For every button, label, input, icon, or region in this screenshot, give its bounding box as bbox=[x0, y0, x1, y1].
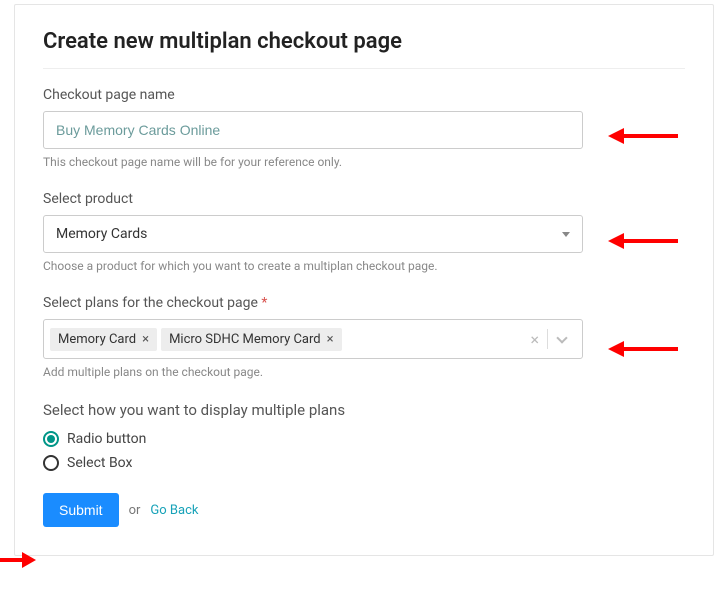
page-title: Create new multiplan checkout page bbox=[43, 29, 685, 54]
remove-tag-icon[interactable]: × bbox=[327, 333, 334, 346]
caret-down-icon bbox=[562, 232, 570, 237]
plans-label-text: Select plans for the checkout page bbox=[43, 295, 258, 311]
checkout-name-input[interactable] bbox=[43, 111, 583, 149]
radio-icon bbox=[43, 455, 59, 471]
clear-all-icon[interactable]: × bbox=[522, 330, 547, 349]
multiselect-controls: × bbox=[522, 320, 582, 358]
plan-tag: Micro SDHC Memory Card × bbox=[161, 328, 342, 351]
annotation-arrow bbox=[0, 555, 36, 565]
plan-tag-label: Micro SDHC Memory Card bbox=[169, 332, 321, 347]
chevron-down-icon bbox=[556, 332, 567, 343]
radio-icon bbox=[43, 431, 59, 447]
form-actions: Submit or Go Back bbox=[43, 493, 685, 527]
divider bbox=[43, 68, 685, 69]
product-select[interactable]: Memory Cards bbox=[43, 215, 583, 253]
required-mark: * bbox=[261, 295, 267, 311]
section-display-mode: Select how you want to display multiple … bbox=[43, 401, 685, 471]
dropdown-toggle[interactable] bbox=[548, 337, 572, 342]
radio-label: Radio button bbox=[67, 431, 146, 447]
plan-tag: Memory Card × bbox=[50, 328, 157, 351]
plans-label: Select plans for the checkout page * bbox=[43, 295, 685, 311]
radio-label: Select Box bbox=[67, 455, 132, 471]
plan-tag-label: Memory Card bbox=[58, 332, 136, 347]
go-back-link[interactable]: Go Back bbox=[150, 503, 198, 518]
or-text: or bbox=[129, 503, 141, 518]
submit-button[interactable]: Submit bbox=[43, 493, 119, 527]
plans-help: Add multiple plans on the checkout page. bbox=[43, 365, 685, 379]
radio-option-radio-button[interactable]: Radio button bbox=[43, 431, 685, 447]
remove-tag-icon[interactable]: × bbox=[142, 333, 149, 346]
product-label: Select product bbox=[43, 191, 685, 207]
product-select-value: Memory Cards bbox=[56, 226, 147, 242]
form-card: Create new multiplan checkout page Check… bbox=[14, 4, 714, 556]
section-select-plans: Select plans for the checkout page * Mem… bbox=[43, 295, 685, 379]
product-help: Choose a product for which you want to c… bbox=[43, 259, 685, 273]
checkout-name-label: Checkout page name bbox=[43, 87, 685, 103]
display-label: Select how you want to display multiple … bbox=[43, 401, 685, 419]
radio-option-select-box[interactable]: Select Box bbox=[43, 455, 685, 471]
section-checkout-name: Checkout page name This checkout page na… bbox=[43, 87, 685, 169]
checkout-name-help: This checkout page name will be for your… bbox=[43, 155, 685, 169]
section-select-product: Select product Memory Cards Choose a pro… bbox=[43, 191, 685, 273]
plans-multiselect[interactable]: Memory Card × Micro SDHC Memory Card × × bbox=[43, 319, 583, 359]
